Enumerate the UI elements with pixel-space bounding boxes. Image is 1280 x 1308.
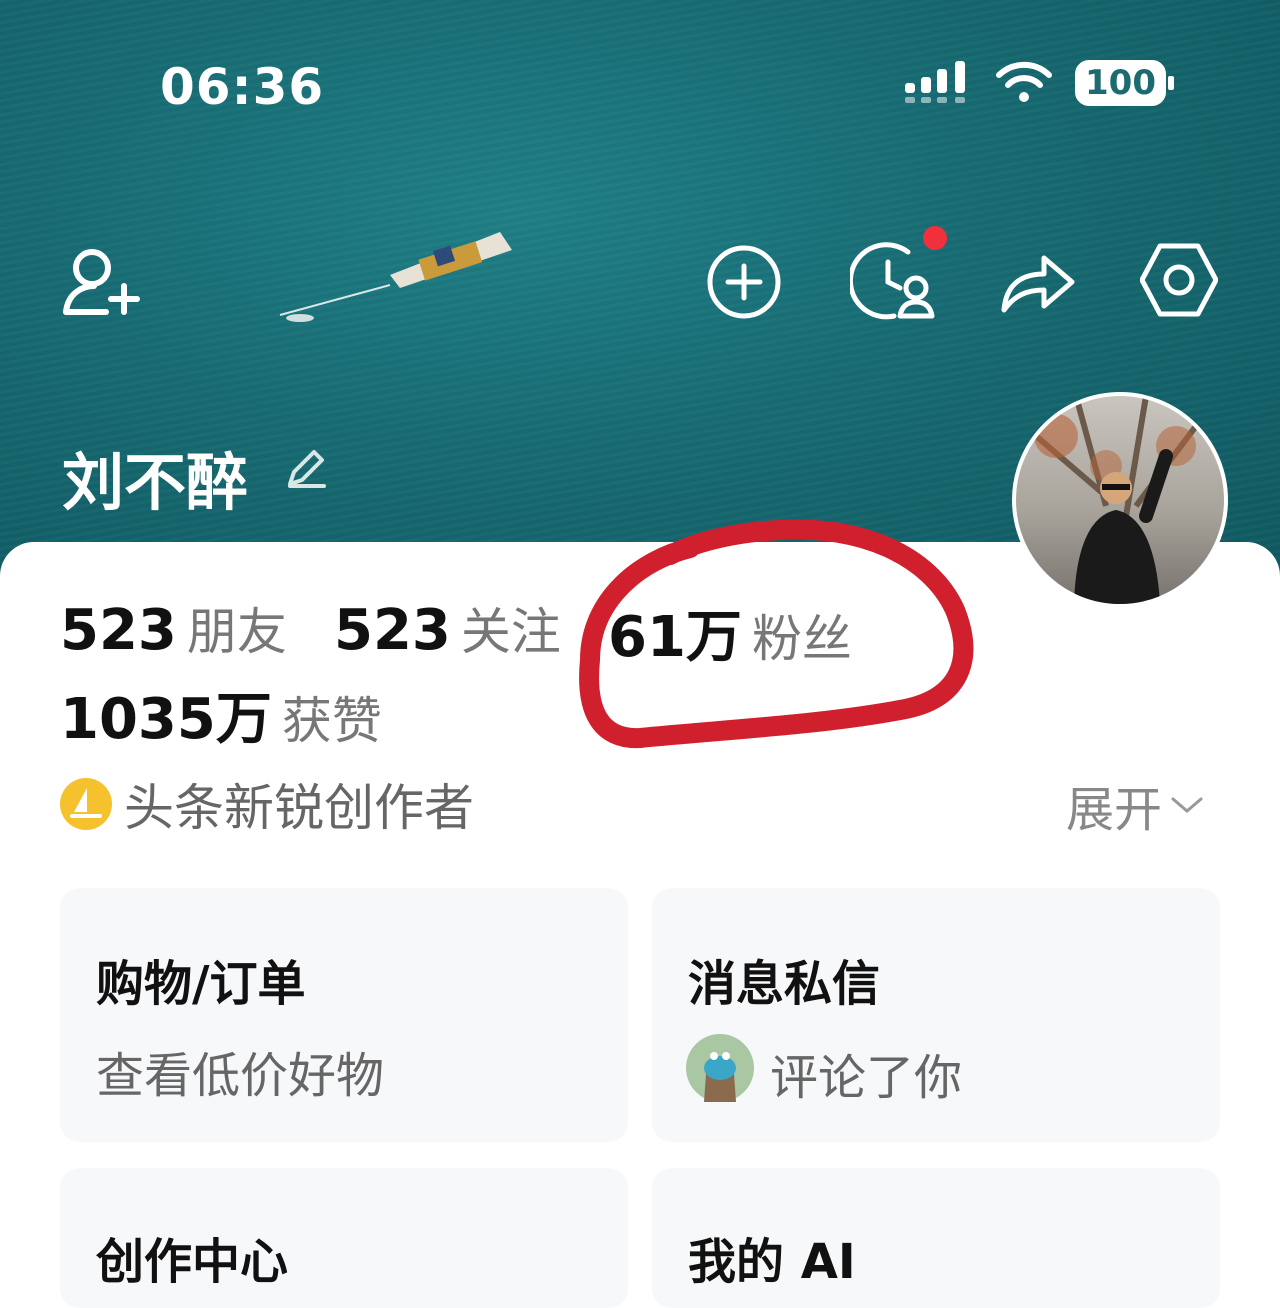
- tile-my-ai[interactable]: 我的 AI: [652, 1168, 1220, 1308]
- stat-label: 关注: [460, 603, 561, 661]
- boat-image: [279, 232, 512, 322]
- tile-title: 我的 AI: [688, 1234, 856, 1290]
- stat-label: 粉丝: [751, 610, 852, 668]
- stat-label: 获赞: [281, 692, 382, 750]
- tile-creator-center[interactable]: 创作中心: [60, 1168, 628, 1308]
- tile-title: 创作中心: [96, 1234, 289, 1290]
- stat-value: 523: [334, 598, 451, 663]
- signal-icon: [905, 61, 965, 103]
- creator-badge-icon: [60, 778, 112, 830]
- avatar-photo: [1034, 396, 1199, 604]
- badge-label: 头条新锐创作者: [124, 779, 474, 837]
- share-icon[interactable]: [1000, 248, 1076, 314]
- tile-messages[interactable]: 消息私信 评论了你: [652, 888, 1220, 1142]
- status-icons: 100: [905, 60, 1174, 106]
- tile-title: 购物/订单: [96, 956, 306, 1012]
- chevron-down-icon: [1171, 797, 1203, 813]
- tile-subtitle: 查看低价好物: [96, 1048, 385, 1104]
- battery-indicator: 100: [1075, 60, 1174, 106]
- status-time: 06:36: [160, 58, 325, 116]
- notification-dot: [923, 226, 947, 250]
- stat-following[interactable]: 523 关注: [334, 592, 561, 664]
- expand-button[interactable]: 展开: [1066, 770, 1204, 840]
- commenter-avatar: [686, 1034, 754, 1102]
- profile-card: 523 朋友 523 关注 61万 粉丝 1035万 获赞 购物/订单 查看低价…: [0, 542, 1280, 1308]
- tile-subtitle: 评论了你: [770, 1050, 963, 1106]
- stat-followers[interactable]: 61万 粉丝: [608, 592, 852, 673]
- tile-title: 消息私信: [688, 956, 881, 1012]
- stat-label: 朋友: [186, 603, 287, 661]
- creator-badge[interactable]: 头条新锐创作者: [60, 768, 474, 840]
- expand-label: 展开: [1066, 782, 1163, 838]
- edit-icon[interactable]: [284, 446, 328, 490]
- stat-value: 1035万: [60, 687, 272, 752]
- stat-likes[interactable]: 1035万 获赞: [60, 674, 382, 755]
- profile-name: 刘不醉: [62, 446, 249, 519]
- stat-friends[interactable]: 523 朋友: [60, 592, 287, 664]
- tile-shopping-orders[interactable]: 购物/订单 查看低价好物: [60, 888, 628, 1142]
- avatar[interactable]: [1012, 392, 1228, 608]
- add-friend-icon[interactable]: [60, 246, 142, 318]
- stat-value: 523: [60, 598, 177, 663]
- history-icon[interactable]: [850, 222, 950, 322]
- wifi-icon: [996, 61, 1052, 102]
- plus-circle-icon[interactable]: [706, 244, 782, 320]
- stat-value: 61万: [608, 605, 742, 670]
- settings-icon[interactable]: [1140, 242, 1218, 318]
